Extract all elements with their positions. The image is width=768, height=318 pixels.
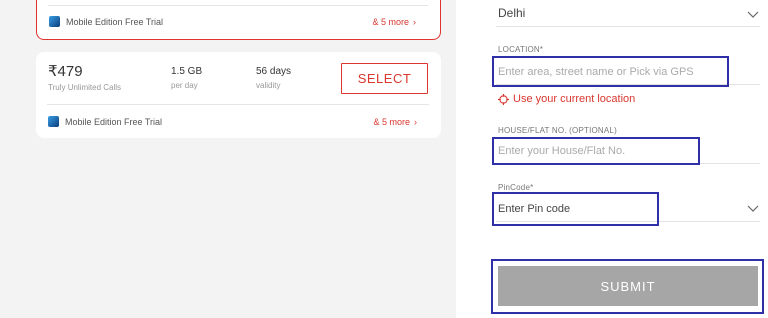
more-benefits-label: & 5 more — [372, 16, 409, 27]
pincode-label: PinCode* — [498, 183, 534, 192]
plan-data: 1.5 GB — [171, 66, 203, 77]
house-label: HOUSE/FLAT NO. (OPTIONAL) — [498, 126, 617, 135]
app-badge-icon — [49, 16, 60, 27]
plan-card-selected[interactable]: Mobile Edition Free Trial & 5 more › — [36, 0, 441, 40]
plan-card[interactable]: ₹479 Truly Unlimited Calls 1.5 GB per da… — [36, 52, 441, 138]
chevron-down-icon[interactable] — [747, 202, 759, 214]
more-benefits-link[interactable]: & 5 more › — [372, 17, 416, 27]
pincode-input[interactable] — [498, 201, 654, 217]
city-select-value[interactable]: Delhi — [498, 6, 525, 20]
plan-benefits-row: Mobile Edition Free Trial & 5 more › — [48, 116, 417, 127]
divider — [47, 104, 429, 105]
chevron-right-icon: › — [413, 16, 416, 27]
app-badge-icon — [48, 116, 59, 127]
plan-price: ₹479 — [48, 63, 83, 80]
plan-validity: 56 days — [256, 66, 292, 77]
chevron-down-icon[interactable] — [747, 8, 759, 20]
plan-benefits-row: Mobile Edition Free Trial & 5 more › — [49, 16, 416, 27]
more-benefits-label: & 5 more — [373, 116, 410, 127]
plan-data-sub: per day — [171, 81, 198, 90]
city-underline — [496, 26, 760, 27]
more-benefits-link[interactable]: & 5 more › — [373, 117, 417, 127]
divider — [48, 5, 428, 6]
location-label: LOCATION* — [498, 45, 544, 54]
plan-validity-sub: validity — [256, 81, 281, 90]
location-input[interactable] — [498, 63, 724, 80]
select-button[interactable]: SELECT — [341, 63, 428, 94]
use-location-link[interactable]: Use your current location — [498, 93, 635, 105]
house-input[interactable] — [498, 143, 694, 159]
use-location-label: Use your current location — [513, 93, 636, 105]
plan-calls: Truly Unlimited Calls — [48, 83, 122, 92]
plans-panel: Mobile Edition Free Trial & 5 more › ₹47… — [0, 0, 456, 318]
benefit-label: Mobile Edition Free Trial — [66, 16, 164, 27]
benefit-label: Mobile Edition Free Trial — [65, 116, 163, 127]
chevron-right-icon: › — [414, 116, 417, 127]
submit-button[interactable]: SUBMIT — [498, 266, 758, 306]
location-target-icon — [498, 93, 509, 105]
